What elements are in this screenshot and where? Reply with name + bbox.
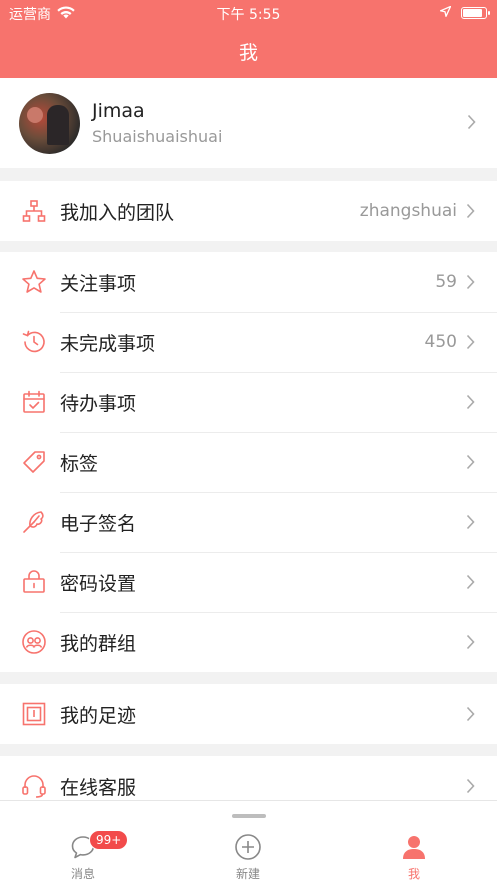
headset-icon — [21, 773, 47, 799]
signature-icon — [21, 509, 47, 535]
tab-bar: 99+ 消息 新建 我 — [0, 800, 497, 883]
unread-badge: 99+ — [89, 830, 129, 850]
service-group: 在线客服 — [0, 756, 497, 800]
header: 运营商 下午 5:55 我 — [0, 0, 497, 78]
calendar-check-icon — [21, 389, 47, 415]
status-bar: 运营商 下午 5:55 — [0, 0, 497, 26]
star-icon — [21, 269, 47, 295]
person-icon — [374, 833, 454, 861]
chevron-right-icon — [466, 453, 476, 471]
items-group: 关注事项 59 未完成事项 450 待办事项 标签 电子签名 密码设置 我的群组 — [0, 252, 497, 672]
add-circle-icon — [208, 833, 288, 861]
team-label: 我加入的团队 — [60, 201, 175, 224]
profile-card[interactable]: Jimaa Shuaishuaishuai — [0, 78, 497, 168]
list-item-label: 在线客服 — [60, 776, 137, 799]
list-item-starred[interactable]: 关注事项 59 — [0, 252, 497, 312]
chevron-right-icon — [466, 333, 476, 351]
chevron-right-icon — [467, 114, 476, 134]
list-item-label: 我的群组 — [60, 632, 137, 655]
lock-icon — [21, 569, 47, 595]
list-item-footprint[interactable]: 我的足迹 — [0, 684, 497, 744]
list-item-label: 未完成事项 — [60, 332, 156, 355]
list-item-label: 电子签名 — [60, 512, 137, 535]
battery-icon — [461, 7, 490, 19]
team-icon — [21, 198, 47, 224]
list-item-signature[interactable]: 电子签名 — [0, 492, 497, 552]
list-item-count: 450 — [424, 332, 457, 352]
chevron-right-icon — [466, 777, 476, 795]
team-value: zhangshuai — [359, 201, 457, 221]
tab-me[interactable]: 我 — [374, 833, 454, 882]
footprint-group: 我的足迹 — [0, 684, 497, 744]
tab-messages[interactable]: 99+ 消息 — [43, 830, 129, 882]
profile-text: Jimaa Shuaishuaishuai — [92, 100, 222, 146]
list-item-tags[interactable]: 标签 — [0, 432, 497, 492]
footprint-icon — [21, 701, 47, 727]
team-row[interactable]: 我加入的团队 zhangshuai — [0, 181, 497, 241]
group-icon — [21, 629, 47, 655]
list-item-todo[interactable]: 待办事项 — [0, 372, 497, 432]
list-item-groups[interactable]: 我的群组 — [0, 612, 497, 672]
list-item-label: 标签 — [60, 452, 99, 475]
chevron-right-icon — [466, 633, 476, 651]
page-title: 我 — [238, 42, 258, 64]
chevron-right-icon — [466, 573, 476, 591]
list-item-incomplete[interactable]: 未完成事项 450 — [0, 312, 497, 372]
profile-subtitle: Shuaishuaishuai — [92, 127, 223, 146]
chevron-right-icon — [466, 705, 476, 723]
tab-label: 新建 — [235, 867, 260, 881]
list-item-password[interactable]: 密码设置 — [0, 552, 497, 612]
profile-name: Jimaa — [92, 100, 145, 122]
tab-create[interactable]: 新建 — [208, 833, 288, 882]
list-item-count: 59 — [435, 272, 457, 292]
team-group: 我加入的团队 zhangshuai — [0, 181, 497, 241]
list-item-label: 待办事项 — [60, 392, 137, 415]
avatar — [19, 92, 80, 154]
status-right — [439, 5, 490, 21]
tag-icon — [21, 449, 47, 475]
list-item-service[interactable]: 在线客服 — [0, 756, 497, 800]
status-time: 下午 5:55 — [216, 7, 281, 23]
chevron-right-icon — [466, 273, 476, 291]
chevron-right-icon — [466, 393, 476, 411]
chevron-right-icon — [466, 513, 476, 531]
tab-label: 我 — [407, 867, 420, 881]
list-item-label: 密码设置 — [60, 572, 137, 595]
list-item-label: 我的足迹 — [60, 704, 137, 727]
history-icon — [21, 329, 47, 355]
location-arrow-icon — [439, 5, 452, 21]
chevron-right-icon — [466, 202, 476, 220]
tab-label: 消息 — [70, 867, 95, 881]
list-item-label: 关注事项 — [60, 272, 137, 295]
drag-handle[interactable] — [232, 814, 266, 818]
